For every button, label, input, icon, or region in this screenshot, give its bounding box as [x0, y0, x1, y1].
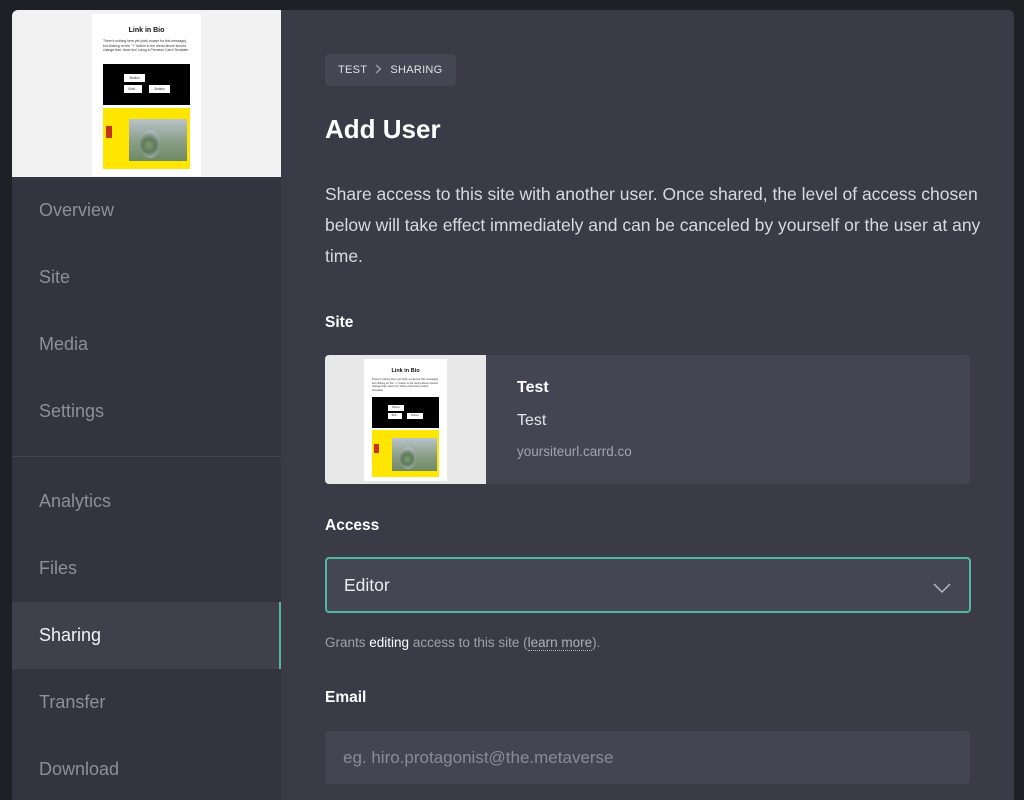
page-title: Add User	[325, 114, 441, 144]
sidebar: Link in Bio There's nothing here yet (we…	[12, 10, 281, 800]
site-card: Link in Bio There's nothing here yet (we…	[325, 355, 970, 484]
mini-title: Link in Bio	[128, 27, 165, 34]
mini-site-preview: Link in Bio There's nothing here yet (we…	[364, 359, 447, 481]
hint-highlight: editing	[369, 635, 410, 650]
sidebar-item-label: Transfer	[39, 692, 106, 712]
breadcrumb: TEST SHARING	[325, 54, 456, 86]
sidebar-item-settings[interactable]: Settings	[12, 378, 281, 445]
access-select-value: Editor	[344, 574, 390, 595]
mini-site-preview: Link in Bio There's nothing here yet (we…	[92, 14, 201, 176]
sidebar-item-overview[interactable]: Overview	[12, 177, 281, 244]
chevron-right-icon	[375, 63, 382, 77]
mini-red-square	[374, 444, 379, 453]
mini-yellow-block	[372, 430, 439, 477]
mini-button: Butt...	[388, 413, 402, 419]
access-hint: Grants editing access to this site (lear…	[325, 635, 601, 651]
sidebar-item-label: Overview	[39, 200, 115, 220]
mini-button: Button	[407, 413, 423, 419]
email-label: Email	[325, 689, 367, 706]
mini-photo-circle	[400, 447, 416, 469]
chevron-down-icon	[933, 578, 951, 594]
mini-yellow-block	[103, 108, 190, 169]
breadcrumb-parent[interactable]: TEST	[338, 64, 367, 76]
mini-button: Button	[388, 405, 404, 411]
sidebar-item-label: Files	[39, 558, 78, 578]
mini-photo-circle	[140, 130, 160, 158]
mini-text: There's nothing here yet (well, except f…	[103, 39, 189, 53]
sidebar-item-site[interactable]: Site	[12, 244, 281, 311]
hint-middle: access to this site (	[409, 635, 528, 650]
sidebar-item-label: Media	[39, 334, 89, 354]
sidebar-item-media[interactable]: Media	[12, 311, 281, 378]
mini-button: Butt...	[124, 85, 142, 93]
access-select[interactable]: Editor	[325, 557, 971, 613]
mini-button: Button	[149, 85, 170, 93]
sidebar-item-label: Settings	[39, 401, 105, 421]
mini-title: Link in Bio	[391, 368, 420, 374]
site-url: yoursiteurl.carrd.co	[517, 444, 632, 459]
hint-prefix: Grants	[325, 635, 370, 650]
sidebar-item-label: Analytics	[39, 491, 112, 511]
site-name: Test	[517, 379, 549, 396]
learn-more-link[interactable]: learn more	[527, 635, 593, 651]
page-description: Share access to this site with another u…	[325, 184, 981, 266]
mini-button: Button	[124, 74, 145, 82]
mini-button-block: Button Butt... Button	[372, 397, 439, 428]
site-description: Test	[517, 412, 547, 429]
mini-red-square	[106, 126, 112, 138]
sidebar-item-transfer[interactable]: Transfer	[12, 669, 281, 736]
sidebar-item-sharing[interactable]: Sharing	[12, 602, 281, 669]
mini-text: There's nothing here yet (well, except f…	[372, 378, 439, 392]
sidebar-item-download[interactable]: Download	[12, 736, 281, 800]
mini-button-block: Button Butt... Button	[103, 64, 190, 105]
site-label: Site	[325, 314, 354, 331]
sidebar-item-label: Site	[39, 267, 71, 287]
sidebar-item-label: Download	[39, 759, 120, 779]
main-content: TEST SHARING Add User Share access to th…	[281, 10, 1014, 800]
site-card-thumbnail: Link in Bio There's nothing here yet (we…	[325, 355, 486, 484]
email-field[interactable]	[325, 731, 970, 784]
breadcrumb-current: SHARING	[390, 64, 443, 76]
access-label: Access	[325, 517, 380, 534]
site-preview-thumbnail[interactable]: Link in Bio There's nothing here yet (we…	[12, 10, 281, 177]
sidebar-divider	[12, 456, 281, 457]
app-window: Link in Bio There's nothing here yet (we…	[12, 10, 1014, 800]
sidebar-item-files[interactable]: Files	[12, 535, 281, 602]
hint-suffix: ).	[592, 635, 601, 650]
sidebar-item-label: Sharing	[39, 625, 102, 645]
sidebar-item-analytics[interactable]: Analytics	[12, 468, 281, 535]
